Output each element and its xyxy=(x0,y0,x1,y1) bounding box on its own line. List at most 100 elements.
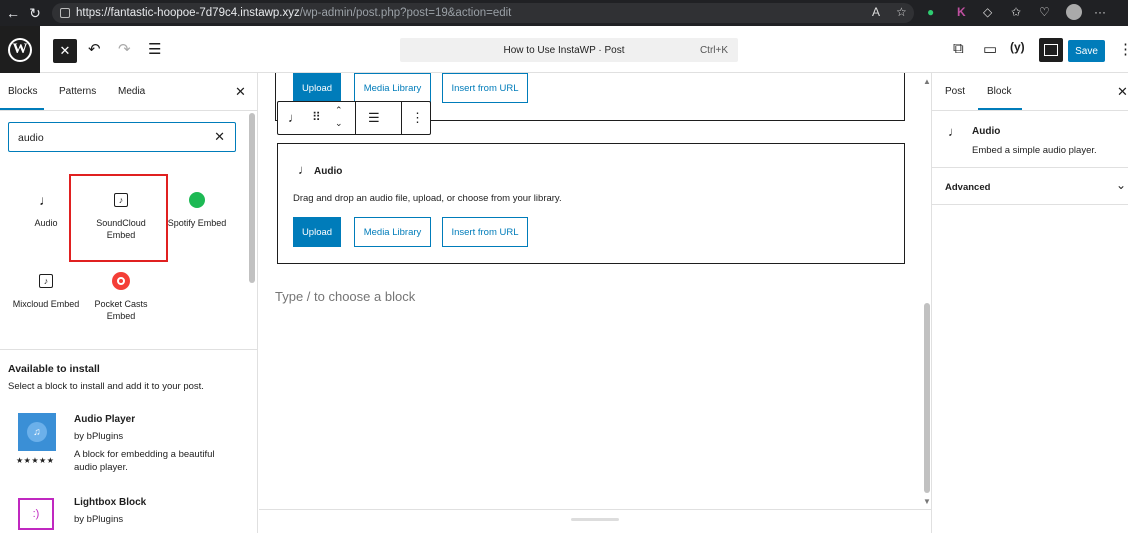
toolbar-divider xyxy=(355,102,356,134)
canvas-scrollbar[interactable] xyxy=(924,303,930,493)
highlight-box xyxy=(69,174,168,262)
media-library-button[interactable]: Media Library xyxy=(354,73,431,103)
plugin-audio-player[interactable]: ♫ ★★★★★ Audio Player by bPlugins A block… xyxy=(8,410,248,474)
extension-k-icon[interactable]: K xyxy=(957,5,966,19)
extensions-puzzle-icon[interactable]: ◇ xyxy=(983,5,992,19)
url-path: /wp-admin/post.php?post=19&action=edit xyxy=(299,7,512,19)
tab-post[interactable]: Post xyxy=(945,86,965,97)
block-inserter-panel: Blocks Patterns Media ✕ audio ✕ ♩ Audio … xyxy=(0,73,258,533)
install-heading: Available to install xyxy=(8,363,100,375)
toolbar-divider xyxy=(401,102,402,134)
settings-toggle-icon[interactable] xyxy=(1039,38,1063,62)
panel-divider xyxy=(932,204,1128,205)
spotify-icon xyxy=(161,190,233,210)
music-note-icon[interactable]: ♩ xyxy=(288,110,301,125)
upload-button[interactable]: Upload xyxy=(293,73,341,103)
pocket-casts-icon xyxy=(85,271,157,291)
advanced-panel-toggle[interactable]: Advanced ⌄ xyxy=(932,168,1128,204)
audio-block-title: Audio xyxy=(314,166,343,177)
block-search-input[interactable]: audio ✕ xyxy=(8,122,236,152)
block-toolbar: ♩ ⠿ ⌃ ⌄ ☰ ⋮ xyxy=(277,101,431,135)
save-button[interactable]: Save xyxy=(1068,40,1105,62)
block-label: Spotify Embed xyxy=(167,218,227,228)
section-divider xyxy=(0,349,257,350)
block-spotify-embed[interactable]: Spotify Embed xyxy=(161,190,233,229)
block-card-title: Audio xyxy=(972,126,1001,137)
audio-player-logo-icon: ♫ xyxy=(18,413,56,451)
tab-patterns[interactable]: Patterns xyxy=(59,86,96,97)
block-pocket-casts-embed[interactable]: Pocket Casts Embed xyxy=(85,271,157,322)
align-icon[interactable]: ☰ xyxy=(368,110,380,126)
plugin-name: Audio Player xyxy=(74,414,136,425)
close-panel-icon[interactable]: ✕ xyxy=(235,84,246,100)
block-label: Mixcloud Embed xyxy=(12,299,80,309)
document-title: How to Use InstaWP · Post xyxy=(503,44,625,56)
insert-from-url-button[interactable]: Insert from URL xyxy=(442,217,528,247)
back-arrow-icon[interactable]: ← xyxy=(4,5,22,21)
redo-icon[interactable]: ↷ xyxy=(118,40,131,58)
tab-divider xyxy=(0,110,257,111)
editor-header: W ✕ ↶ ↷ ☰ How to Use InstaWP · Post Ctrl… xyxy=(0,26,1128,73)
block-card-description: Embed a simple audio player. xyxy=(972,145,1097,156)
insert-from-url-button[interactable]: Insert from URL xyxy=(442,73,528,103)
view-post-icon[interactable]: ⧉ xyxy=(953,40,964,57)
install-subheading: Select a block to install and add it to … xyxy=(8,381,204,392)
search-value: audio xyxy=(18,132,44,144)
reload-icon[interactable]: ↻ xyxy=(26,5,44,22)
yoast-icon[interactable]: (y) xyxy=(1010,40,1025,54)
block-mixcloud-embed[interactable]: ♪ Mixcloud Embed xyxy=(10,271,82,310)
shortcut-hint: Ctrl+K xyxy=(699,44,728,56)
lock-icon xyxy=(60,8,70,18)
scroll-down-arrow-icon[interactable]: ▼ xyxy=(923,497,931,506)
read-aloud-icon[interactable]: A xyxy=(872,5,880,19)
settings-sidebar: Post Block ✕ ♩ Audio Embed a simple audi… xyxy=(931,73,1128,533)
more-options-icon[interactable]: ⋮ xyxy=(411,110,424,126)
plugin-rating: ★★★★★ xyxy=(16,456,55,465)
tab-block[interactable]: Block xyxy=(987,86,1011,97)
move-up-down-icon[interactable]: ⌃ ⌄ xyxy=(335,104,343,130)
health-icon[interactable]: ♡ xyxy=(1039,5,1050,19)
tab-media[interactable]: Media xyxy=(118,86,145,97)
clear-search-icon[interactable]: ✕ xyxy=(214,129,225,145)
options-menu-icon[interactable]: ⋮ xyxy=(1118,40,1128,58)
embed-audio-icon: ♪ xyxy=(10,271,82,291)
close-sidebar-icon[interactable]: ✕ xyxy=(1117,84,1128,100)
profile-avatar-icon[interactable] xyxy=(1066,4,1082,20)
audio-block-placeholder[interactable]: ♩ Audio Drag and drop an audio file, upl… xyxy=(277,143,905,264)
upload-button[interactable]: Upload xyxy=(293,217,341,247)
plugin-author: by bPlugins xyxy=(74,431,124,442)
undo-icon[interactable]: ↶ xyxy=(88,40,101,58)
footer-divider xyxy=(259,509,931,510)
editor-canvas: Upload Media Library Insert from URL ♩ ⠿… xyxy=(259,73,931,533)
plugin-lightbox-block[interactable]: :) Lightbox Block by bPlugins xyxy=(8,493,248,533)
extension-icon[interactable]: ● xyxy=(927,5,934,19)
block-label: Pocket Casts Embed xyxy=(94,299,148,321)
close-inserter-button[interactable]: ✕ xyxy=(53,39,77,63)
audio-instructions: Drag and drop an audio file, upload, or … xyxy=(293,193,562,204)
address-bar[interactable]: https://fantastic-hoopoe-7d79c4.instawp.… xyxy=(52,3,914,23)
scroll-up-arrow-icon[interactable]: ▲ xyxy=(923,77,931,86)
browser-toolbar: ← ↻ https://fantastic-hoopoe-7d79c4.inst… xyxy=(0,0,1128,26)
favorites-icon[interactable]: ✩ xyxy=(1011,5,1021,19)
music-note-icon: ♩ xyxy=(298,162,311,177)
url-host: https://fantastic-hoopoe-7d79c4.instawp.… xyxy=(76,7,300,19)
music-note-icon: ♩ xyxy=(948,124,961,139)
wordpress-logo-icon[interactable]: W xyxy=(0,26,40,73)
plugin-author: by bPlugins xyxy=(74,514,124,525)
document-overview-icon[interactable]: ☰ xyxy=(148,40,161,58)
tab-blocks[interactable]: Blocks xyxy=(8,86,37,97)
block-appender[interactable]: Type / to choose a block xyxy=(275,289,415,304)
resize-handle[interactable] xyxy=(571,518,619,521)
more-menu-icon[interactable]: ··· xyxy=(1094,5,1106,19)
lightbox-logo-icon: :) xyxy=(18,498,54,530)
document-bar[interactable]: How to Use InstaWP · Post Ctrl+K xyxy=(400,38,738,62)
plugin-name: Lightbox Block xyxy=(74,497,147,508)
advanced-label: Advanced xyxy=(945,182,991,193)
favorite-star-icon[interactable]: ☆ xyxy=(896,5,907,19)
preview-device-icon[interactable]: ▭ xyxy=(983,40,997,58)
tab-divider xyxy=(932,110,1128,111)
media-library-button[interactable]: Media Library xyxy=(354,217,431,247)
plugin-description: A block for embedding a beautiful audio … xyxy=(74,449,215,473)
drag-handle-icon[interactable]: ⠿ xyxy=(312,110,321,124)
panel-scrollbar[interactable] xyxy=(249,113,255,283)
